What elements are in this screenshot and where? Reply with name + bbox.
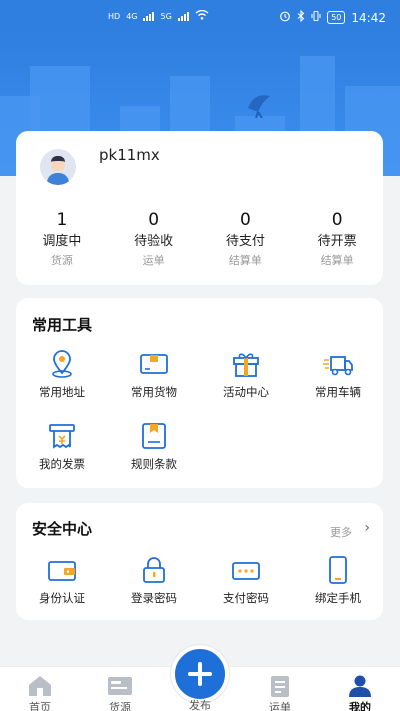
stat-label: 待验收 — [134, 234, 174, 249]
wifi-icon — [195, 9, 209, 22]
nav-waybill[interactable]: 运单 — [240, 667, 320, 711]
signal-icon-2 — [177, 11, 189, 21]
home-icon — [27, 675, 53, 697]
tool-rules[interactable]: 规则条款 — [108, 422, 200, 472]
network-type-2: 5G — [160, 11, 172, 21]
tools-title: 常用工具 — [32, 316, 93, 334]
stat-label: 待开票 — [317, 234, 357, 249]
nav-label: 我的 — [349, 701, 371, 711]
receipt-icon — [46, 422, 78, 450]
tool-label: 活动中心 — [223, 385, 269, 399]
goods-list-icon — [107, 675, 133, 697]
tool-label: 常用车辆 — [315, 385, 361, 399]
safety-label: 绑定手机 — [315, 591, 361, 605]
safety-pay-password[interactable]: 支付密码 — [200, 556, 292, 606]
stat-count: 0 — [239, 210, 251, 230]
stat-count: 0 — [331, 210, 343, 230]
stat-pending-invoice[interactable]: 0 待开票 结算单 — [291, 210, 383, 268]
password-card-icon — [230, 556, 262, 584]
nav-mine[interactable]: 我的 — [320, 667, 400, 711]
tool-label: 常用地址 — [39, 385, 85, 399]
clock-time: 14:42 — [351, 10, 386, 25]
stat-sub: 结算单 — [228, 254, 262, 267]
stat-dispatching[interactable]: 1 调度中 货源 — [16, 210, 108, 268]
stat-count: 1 — [56, 210, 68, 230]
rules-book-icon — [138, 422, 170, 450]
safety-login-password[interactable]: 登录密码 — [108, 556, 200, 606]
stat-sub: 货源 — [50, 254, 73, 267]
nav-label: 货源 — [109, 701, 131, 711]
vibrate-icon — [311, 10, 321, 25]
safety-label: 身份认证 — [39, 591, 85, 605]
more-link[interactable]: 更多 — [330, 524, 352, 540]
bluetooth-icon — [297, 9, 305, 25]
stat-sub: 运单 — [142, 254, 165, 267]
location-pin-icon — [46, 350, 78, 378]
status-right: 50 14:42 — [279, 9, 386, 25]
alarm-icon — [279, 10, 291, 25]
gift-icon — [230, 350, 262, 378]
nav-goods[interactable]: 货源 — [80, 667, 160, 711]
username: pk11mx — [99, 146, 160, 164]
network-type-1: 4G — [126, 11, 138, 21]
safety-identity[interactable]: 身份认证 — [16, 556, 108, 606]
lock-icon — [138, 556, 170, 584]
phone-icon — [322, 556, 354, 584]
tool-label: 我的发票 — [39, 457, 85, 471]
publish-button[interactable] — [171, 645, 229, 703]
tool-invoice[interactable]: 我的发票 — [16, 422, 108, 472]
waybill-icon — [267, 675, 293, 697]
tool-label: 常用货物 — [131, 385, 177, 399]
nav-label: 运单 — [269, 701, 291, 711]
safety-label: 支付密码 — [223, 591, 269, 605]
stat-label: 待支付 — [225, 234, 265, 249]
tool-activity[interactable]: 活动中心 — [200, 350, 292, 400]
network-indicators: HD 4G 5G — [108, 9, 209, 22]
tool-vehicle[interactable]: 常用车辆 — [292, 350, 384, 400]
truck-icon — [322, 350, 354, 378]
tool-label: 规则条款 — [131, 457, 177, 471]
order-stats: 1 调度中 货源 0 待验收 运单 0 待支付 结算单 0 待开票 结算单 — [16, 210, 383, 268]
tool-address[interactable]: 常用地址 — [16, 350, 108, 400]
signal-icon — [143, 11, 155, 21]
safety-label: 登录密码 — [131, 591, 177, 605]
user-icon — [347, 675, 373, 697]
status-bar: HD 4G 5G 50 14:42 — [0, 0, 400, 36]
stat-sub: 结算单 — [320, 254, 354, 267]
nav-label: 首页 — [29, 701, 51, 711]
publish-label: 发布 — [189, 699, 211, 711]
safety-title: 安全中心 — [32, 520, 93, 538]
stat-label: 调度中 — [42, 234, 82, 249]
wallet-id-icon — [46, 556, 78, 584]
chevron-right-icon[interactable]: › — [364, 520, 370, 536]
avatar[interactable] — [40, 149, 76, 185]
stat-count: 0 — [148, 210, 160, 230]
safety-bind-phone[interactable]: 绑定手机 — [292, 556, 384, 606]
tool-cargo[interactable]: 常用货物 — [108, 350, 200, 400]
battery-icon: 50 — [327, 11, 346, 24]
cargo-box-icon — [138, 350, 170, 378]
hd-label-1: HD — [108, 11, 121, 21]
satellite-dish-icon — [248, 95, 270, 118]
nav-home[interactable]: 首页 — [0, 667, 80, 711]
stat-pending-payment[interactable]: 0 待支付 结算单 — [200, 210, 292, 268]
stat-pending-acceptance[interactable]: 0 待验收 运单 — [108, 210, 200, 268]
